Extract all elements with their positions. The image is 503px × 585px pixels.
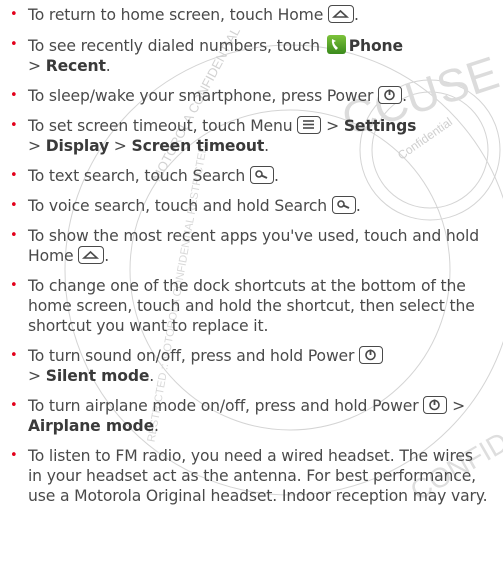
item-text: .: [264, 137, 269, 155]
item-bold: Phone: [348, 37, 403, 55]
list-item: • To turn sound on/off, press and hold P…: [6, 346, 491, 386]
bullet: •: [10, 278, 18, 293]
bullet: •: [10, 198, 18, 213]
item-bold: Recent: [45, 57, 106, 75]
list-item: • To listen to FM radio, you need a wire…: [6, 446, 491, 506]
item-bold: Screen timeout: [131, 137, 265, 155]
item-text: .: [273, 167, 279, 185]
item-text: .: [402, 87, 407, 105]
bullet: •: [10, 88, 18, 103]
search-key-icon: [331, 196, 356, 214]
bullet: •: [10, 168, 18, 183]
item-bold: Display: [45, 137, 109, 155]
item-bold: Airplane mode: [28, 417, 154, 435]
phone-app-icon: [326, 35, 346, 54]
item-text: >: [452, 397, 466, 415]
bullet: •: [10, 37, 18, 52]
item-text: >: [113, 137, 127, 155]
list-item: • To see recently dialed numbers, touch …: [6, 35, 491, 76]
bullet: •: [10, 118, 18, 133]
item-text: .: [149, 367, 155, 385]
item-text: To listen to FM radio, you need a wired …: [28, 447, 488, 505]
item-text: To turn airplane mode on/off, press and …: [28, 397, 419, 415]
list-item: • To sleep/wake your smartphone, press P…: [6, 86, 491, 106]
item-bold: Settings: [343, 117, 417, 135]
bullet: •: [10, 7, 18, 22]
power-key-icon: [378, 86, 403, 104]
list-item: • To return to home screen, touch Home .: [6, 5, 491, 25]
home-key-icon: [327, 5, 354, 23]
item-text: .: [355, 197, 361, 215]
item-text: >: [28, 137, 41, 155]
bullet: •: [10, 348, 18, 363]
search-key-icon: [249, 166, 274, 184]
item-text: To change one of the dock shortcuts at t…: [28, 277, 475, 335]
list-item: • To text search, touch Search .: [6, 166, 491, 186]
item-text: To voice search, touch and hold Search: [28, 197, 328, 215]
home-key-icon: [78, 246, 105, 264]
item-text: To see recently dialed numbers, touch: [28, 37, 320, 55]
tips-list: • To return to home screen, touch Home .…: [0, 0, 503, 506]
menu-key-icon: [297, 116, 322, 134]
power-key-icon: [423, 396, 448, 414]
list-item: • To set screen timeout, touch Menu > Se…: [6, 116, 491, 156]
item-text: >: [28, 57, 41, 75]
bullet: •: [10, 448, 18, 463]
bullet: •: [10, 398, 18, 413]
item-text: To text search, touch Search: [28, 167, 246, 185]
list-item: • To turn airplane mode on/off, press an…: [6, 396, 491, 436]
item-text: To set screen timeout, touch Menu: [28, 117, 293, 135]
item-text: To turn sound on/off, press and hold Pow…: [28, 347, 355, 365]
item-text: .: [104, 247, 110, 265]
item-text: .: [353, 6, 359, 24]
bullet: •: [10, 228, 18, 243]
item-text: To return to home screen, touch Home: [28, 6, 324, 24]
item-text: To sleep/wake your smartphone, press Pow…: [28, 87, 374, 105]
power-key-icon: [359, 346, 384, 364]
item-text: .: [105, 57, 111, 75]
list-item: • To show the most recent apps you've us…: [6, 226, 491, 266]
item-text: >: [326, 117, 339, 135]
list-item: • To change one of the dock shortcuts at…: [6, 276, 491, 336]
item-text: .: [154, 417, 159, 435]
list-item: • To voice search, touch and hold Search…: [6, 196, 491, 216]
item-text: >: [28, 367, 41, 385]
item-bold: Silent mode: [45, 367, 150, 385]
